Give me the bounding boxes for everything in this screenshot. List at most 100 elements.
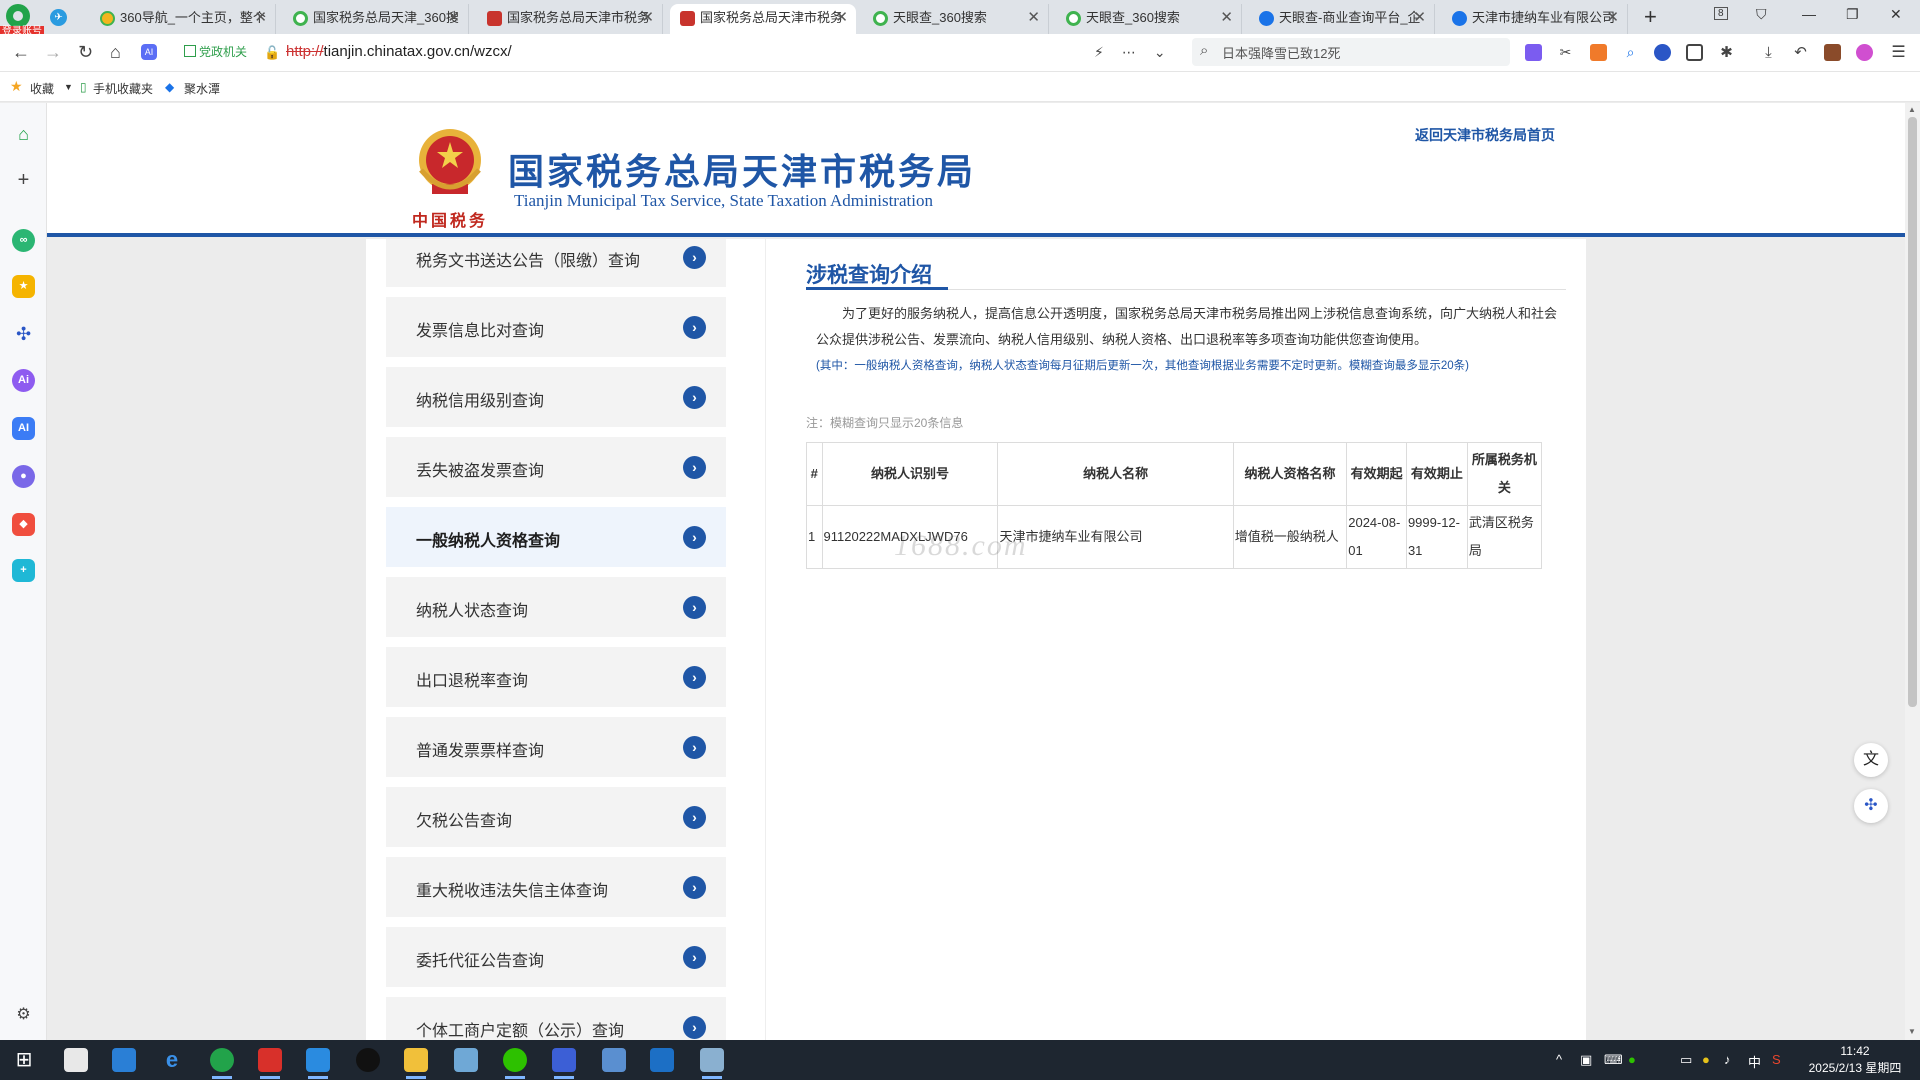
calculator-icon[interactable] xyxy=(602,1048,626,1072)
chevron-down-icon[interactable]: ⌄ xyxy=(1154,44,1184,60)
tray-expand-icon[interactable]: ^ xyxy=(1556,1052,1562,1067)
tab-360-nav[interactable]: 360导航_一个主页，整个 ✕ xyxy=(90,4,276,34)
menu-item-major-violation[interactable]: 重大税收违法失信主体查询 › xyxy=(386,857,726,917)
bot-icon[interactable]: ● xyxy=(12,465,35,488)
tab-360-search[interactable]: 国家税务总局天津_360搜 ✕ xyxy=(283,4,469,34)
tab-close-icon[interactable]: ✕ xyxy=(254,4,267,32)
scroll-up-icon[interactable]: ▲ xyxy=(1908,105,1916,114)
chevron-down-icon[interactable]: ▼ xyxy=(64,82,73,92)
ai-chat-icon[interactable]: Ai xyxy=(12,369,35,392)
qq-icon[interactable] xyxy=(356,1048,380,1072)
game-extension-icon[interactable] xyxy=(1590,44,1607,61)
ie-browser-icon[interactable]: e xyxy=(160,1048,184,1072)
game-icon[interactable]: ◆ xyxy=(12,513,35,536)
volume-icon[interactable]: ♪ xyxy=(1724,1052,1731,1067)
add-icon[interactable]: + xyxy=(12,169,35,192)
translate-float-icon[interactable]: 文 xyxy=(1854,743,1888,777)
network-extension-icon[interactable] xyxy=(1654,44,1671,61)
bookmark-mobile[interactable]: 手机收藏夹 xyxy=(93,80,153,97)
store-icon[interactable] xyxy=(112,1048,136,1072)
1688-icon[interactable] xyxy=(552,1048,576,1079)
tab-jiena-company[interactable]: 天津市捷纳车业有限公司 ✕ xyxy=(1442,4,1628,34)
menu-item-entrusted-collection[interactable]: 委托代征公告查询 › xyxy=(386,927,726,987)
screenshot-icon[interactable] xyxy=(1686,44,1703,61)
menu-item-invoice-sample[interactable]: 普通发票票样查询 › xyxy=(386,717,726,777)
download-icon[interactable]: ⤓ xyxy=(1760,44,1777,61)
network-float-icon[interactable]: ✣ xyxy=(1854,789,1888,823)
file-explorer-icon[interactable] xyxy=(404,1048,428,1079)
menu-item-taxpayer-status[interactable]: 纳税人状态查询 › xyxy=(386,577,726,637)
design-app-icon[interactable] xyxy=(700,1048,724,1079)
zoom-search-icon[interactable]: ⌕ xyxy=(1622,44,1639,61)
speed-mode-icon[interactable]: ⚡ xyxy=(1094,44,1122,60)
bookmark-favorites[interactable]: 收藏 xyxy=(30,80,54,97)
page-scrollbar[interactable]: ▲ ▼ xyxy=(1905,103,1920,1040)
menu-item-document-notice[interactable]: 税务文书送达公告（限缴）查询 › xyxy=(386,239,726,287)
sogou-ime-icon[interactable]: S xyxy=(1772,1052,1781,1067)
menu-item-general-taxpayer[interactable]: 一般纳税人资格查询 › xyxy=(386,507,726,567)
scissors-icon[interactable]: ✂ xyxy=(1557,44,1574,61)
wechat-icon[interactable] xyxy=(503,1048,527,1079)
keyboard-icon[interactable]: ⌨ xyxy=(1604,1052,1623,1068)
tab-close-icon[interactable]: ✕ xyxy=(1606,4,1619,32)
browser-logo-icon[interactable] xyxy=(6,4,30,28)
360-browser-icon[interactable] xyxy=(210,1048,234,1079)
extension-translate-icon[interactable] xyxy=(1525,44,1542,61)
menu-item-individual-quota[interactable]: 个体工商户定额（公示）查询 › xyxy=(386,997,726,1040)
tab-close-icon[interactable]: ✕ xyxy=(835,4,848,32)
search-box[interactable]: ⌕ xyxy=(1192,38,1510,66)
forward-icon[interactable]: → xyxy=(44,42,62,63)
new-tab-button[interactable]: + xyxy=(1644,4,1657,30)
ime-indicator[interactable]: 中 xyxy=(1748,1052,1761,1071)
undo-icon[interactable]: ↶ xyxy=(1792,44,1809,61)
wallet-icon[interactable] xyxy=(1824,44,1841,61)
address-bar[interactable]: 党政机关 🔓 http://tianjin.chinatax.gov.cn/wz… xyxy=(176,39,1176,67)
network-icon[interactable]: ✣ xyxy=(12,323,35,346)
tray-app-icon[interactable]: ▣ xyxy=(1580,1052,1592,1068)
not-secure-icon[interactable]: 🔓 xyxy=(264,45,280,61)
menu-icon[interactable]: ☰ xyxy=(1890,44,1907,61)
bookmark-juhe[interactable]: 聚水潭 xyxy=(184,80,220,97)
tab-tax-active[interactable]: 国家税务总局天津市税务 ✕ xyxy=(670,4,856,34)
scrollbar-thumb[interactable] xyxy=(1908,117,1917,707)
more-icon[interactable]: ⋯ xyxy=(1122,44,1154,60)
restore-icon[interactable]: ❐ xyxy=(1846,6,1859,23)
menu-item-lost-invoice[interactable]: 丢失被盗发票查询 › xyxy=(386,437,726,497)
tab-count-badge[interactable]: 8 xyxy=(1714,7,1728,20)
tab-tax[interactable]: 国家税务总局天津市税务 ✕ xyxy=(477,4,663,34)
notepad-icon[interactable] xyxy=(454,1048,478,1072)
qianniu-icon[interactable] xyxy=(650,1048,674,1072)
tab-tianyancha-search[interactable]: 天眼查_360搜索 ✕ xyxy=(863,4,1049,34)
file-icon[interactable] xyxy=(64,1048,88,1072)
tab-close-icon[interactable]: ✕ xyxy=(641,4,654,32)
menu-item-arrears-notice[interactable]: 欠税公告查询 › xyxy=(386,787,726,847)
pin-icon[interactable]: ⛉ xyxy=(1756,6,1767,23)
tab-close-icon[interactable]: ✕ xyxy=(447,4,460,32)
tab-close-icon[interactable]: ✕ xyxy=(1413,4,1426,32)
home-link[interactable]: 返回天津市税务局首页 xyxy=(1415,125,1555,145)
network-tray-icon[interactable]: ▭ xyxy=(1680,1052,1692,1068)
telegram-icon[interactable]: ✈ xyxy=(50,9,67,26)
back-icon[interactable]: ← xyxy=(12,42,30,63)
tool-app-icon[interactable] xyxy=(306,1048,330,1079)
tools-icon[interactable]: + xyxy=(12,559,35,582)
puzzle-extensions-icon[interactable]: ✱ xyxy=(1718,44,1735,61)
settings-gear-icon[interactable]: ⚙ xyxy=(12,1003,35,1026)
taskbar-clock[interactable]: 11:42 2025/2/13 星期四 xyxy=(1800,1043,1910,1077)
ai-icon[interactable]: AI xyxy=(12,417,35,440)
menu-item-invoice-compare[interactable]: 发票信息比对查询 › xyxy=(386,297,726,357)
menu-item-credit-level[interactable]: 纳税信用级别查询 › xyxy=(386,367,726,427)
home-icon[interactable]: ⌂ xyxy=(110,42,121,63)
windows-start-icon[interactable]: ⊞ xyxy=(12,1048,36,1072)
reload-icon[interactable]: ↻ xyxy=(78,42,93,63)
wps-icon[interactable] xyxy=(258,1048,282,1079)
search-input[interactable] xyxy=(1222,42,1502,62)
link-app-icon[interactable]: ∞ xyxy=(12,229,35,252)
close-window-icon[interactable]: ✕ xyxy=(1890,6,1902,23)
tab-close-icon[interactable]: ✕ xyxy=(1220,4,1233,32)
minimize-icon[interactable]: — xyxy=(1802,6,1816,22)
home-icon[interactable]: ⌂ xyxy=(12,123,35,146)
menu-item-export-rebate[interactable]: 出口退税率查询 › xyxy=(386,647,726,707)
ai-assistant-icon[interactable]: AI xyxy=(141,44,157,60)
tab-close-icon[interactable]: ✕ xyxy=(1027,4,1040,32)
